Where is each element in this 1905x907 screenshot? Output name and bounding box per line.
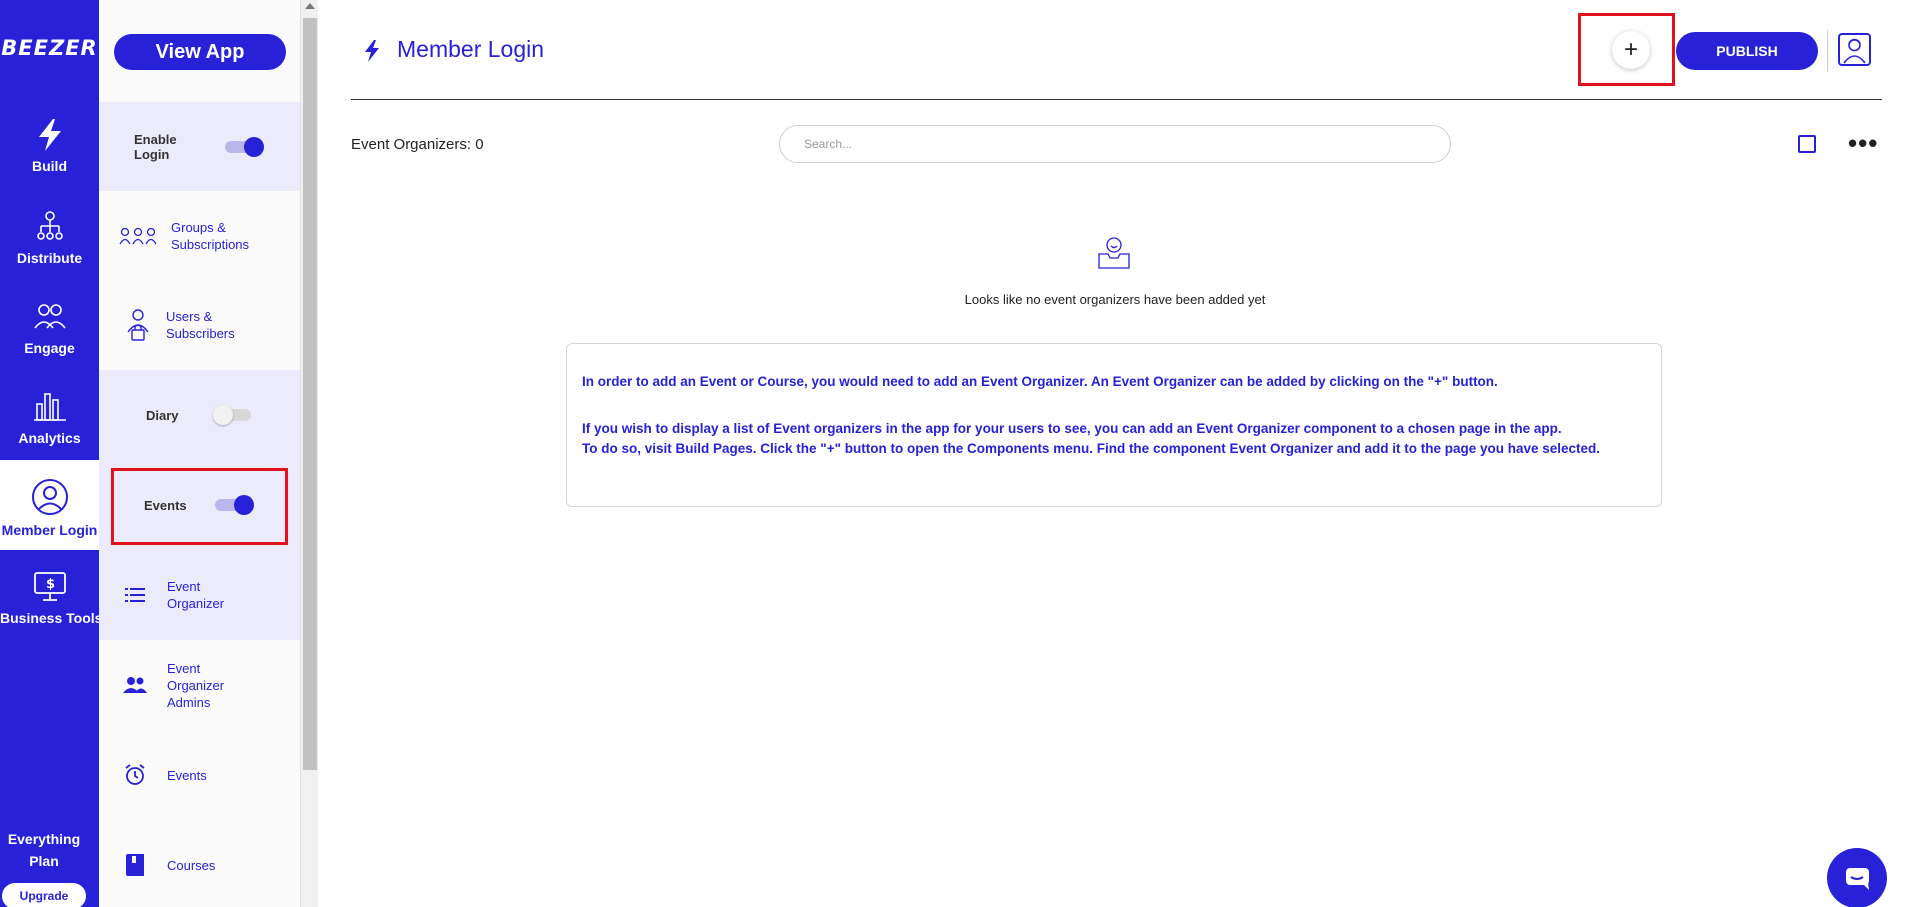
avatar[interactable] bbox=[1838, 33, 1871, 66]
rail-label-analytics: Analytics bbox=[18, 430, 81, 446]
groups-label-line2: Subscriptions bbox=[171, 236, 250, 252]
scrollbar-thumb[interactable] bbox=[303, 18, 317, 770]
member-login-panel: View App Enable Login Groups & Subscript… bbox=[99, 0, 300, 907]
empty-inbox-icon bbox=[1098, 237, 1130, 269]
network-icon bbox=[36, 211, 63, 240]
admins-icon bbox=[123, 677, 147, 693]
users-label-line2: Subscribers bbox=[166, 326, 235, 341]
enable-login-label: Enable Login bbox=[134, 132, 177, 162]
event-organizer-label-line1: Event bbox=[167, 579, 201, 594]
enable-login-label-line2: Login bbox=[134, 146, 170, 162]
events-item-label: Events bbox=[167, 767, 207, 783]
sidebar-item-groups[interactable]: Groups & Subscriptions bbox=[99, 191, 300, 280]
more-options-icon[interactable]: ••• bbox=[1848, 130, 1878, 156]
eo-admins-label: Event Organizer Admins bbox=[167, 660, 224, 711]
plan-line1: Everything bbox=[7, 831, 81, 847]
toggle-knob bbox=[244, 137, 264, 157]
rail-label-member-login: Member Login bbox=[1, 522, 98, 538]
chat-launcher-button[interactable] bbox=[1827, 848, 1887, 907]
eo-admins-label-line1: Event bbox=[167, 660, 201, 676]
header-divider-line bbox=[351, 99, 1882, 100]
toggle-knob bbox=[213, 405, 233, 425]
user-avatar-icon bbox=[1843, 38, 1866, 64]
list-icon bbox=[123, 588, 147, 602]
sidebar-item-courses[interactable]: Courses bbox=[99, 820, 300, 907]
rail-label-distribute: Distribute bbox=[16, 250, 83, 266]
panel-scrollbar[interactable] bbox=[300, 0, 318, 907]
bar-chart-icon bbox=[33, 393, 66, 421]
event-organizers-count: Event Organizers: 0 bbox=[351, 136, 484, 153]
scroll-up-arrow-icon[interactable] bbox=[305, 3, 315, 9]
main-rail: BEEZER Build Distribute Engage Analytics bbox=[0, 0, 103, 907]
eo-admins-label-line3: Admins bbox=[167, 694, 211, 710]
rail-item-business-tools[interactable]: $ Business Tools bbox=[0, 570, 103, 660]
rail-item-build[interactable]: Build bbox=[0, 118, 99, 208]
sidebar-item-event-organizer[interactable]: Event Organizer bbox=[99, 550, 300, 640]
info-line-2: If you wish to display a list of Event o… bbox=[582, 421, 1562, 436]
bolt-icon bbox=[38, 119, 61, 151]
rail-item-distribute[interactable]: Distribute bbox=[0, 210, 99, 300]
sidebar-item-event-organizer-admins[interactable]: Event Organizer Admins bbox=[99, 640, 300, 730]
svg-text:$: $ bbox=[46, 577, 55, 592]
diary-label: Diary bbox=[146, 407, 179, 423]
main-content: Member Login + PUBLISH Event Organizers:… bbox=[318, 0, 1905, 907]
groups-label: Groups & Subscriptions bbox=[171, 219, 249, 253]
rail-label-engage: Engage bbox=[24, 340, 75, 356]
sidebar-item-users[interactable]: Users & Subscribers bbox=[99, 280, 300, 370]
select-all-checkbox[interactable] bbox=[1798, 135, 1816, 153]
page-title: Member Login bbox=[397, 36, 545, 62]
book-icon bbox=[123, 854, 147, 876]
groups-label-line1: Groups & bbox=[171, 219, 226, 235]
info-box: In order to add an Event or Course, you … bbox=[566, 343, 1662, 507]
info-line-1: In order to add an Event or Course, you … bbox=[582, 374, 1498, 389]
publish-button[interactable]: PUBLISH bbox=[1676, 32, 1818, 70]
event-organizer-label: Event Organizer bbox=[167, 578, 224, 612]
user-lock-icon bbox=[123, 308, 153, 342]
empty-state-message: Looks like no event organizers have been… bbox=[964, 292, 1266, 307]
enable-login-toggle[interactable] bbox=[225, 137, 264, 157]
beezer-logo[interactable]: BEEZER bbox=[0, 36, 99, 60]
search-input[interactable] bbox=[779, 125, 1451, 163]
plan-line2: Plan bbox=[29, 853, 59, 869]
sidebar-item-events[interactable]: Events bbox=[99, 730, 300, 820]
rail-label-business-tools: Business Tools bbox=[0, 610, 103, 626]
upgrade-button[interactable]: Upgrade bbox=[2, 883, 86, 907]
chat-icon bbox=[1846, 868, 1869, 890]
user-circle-icon bbox=[31, 479, 68, 515]
bolt-icon bbox=[365, 40, 379, 62]
rail-item-engage[interactable]: Engage bbox=[0, 300, 99, 390]
users-label: Users & Subscribers bbox=[166, 308, 235, 342]
courses-label: Courses bbox=[167, 857, 216, 873]
groups-icon bbox=[113, 226, 163, 246]
eo-admins-label-line2: Organizer bbox=[167, 677, 225, 693]
add-button-highlight-box bbox=[1578, 13, 1675, 86]
dollar-monitor-icon: $ bbox=[33, 572, 66, 601]
rail-item-member-login[interactable]: Member Login bbox=[0, 460, 99, 550]
view-app-button[interactable]: View App bbox=[114, 34, 286, 70]
header-divider bbox=[1827, 30, 1828, 72]
enable-login-row: Enable Login bbox=[99, 102, 300, 191]
events-highlight-box bbox=[111, 468, 288, 545]
rail-label-build: Build bbox=[32, 158, 67, 174]
app-root: BEEZER Build Distribute Engage Analytics bbox=[0, 0, 1905, 907]
people-icon bbox=[33, 304, 66, 329]
users-label-line1: Users & bbox=[166, 309, 213, 324]
event-organizer-label-line2: Organizer bbox=[167, 596, 225, 611]
enable-login-label-line1: Enable bbox=[134, 131, 177, 147]
info-line-3: To do so, visit Build Pages. Click the "… bbox=[582, 441, 1601, 456]
alarm-clock-icon bbox=[123, 764, 147, 786]
plan-info: Everything Plan bbox=[0, 828, 88, 872]
diary-row: Diary bbox=[99, 370, 300, 460]
diary-toggle[interactable] bbox=[213, 405, 251, 425]
